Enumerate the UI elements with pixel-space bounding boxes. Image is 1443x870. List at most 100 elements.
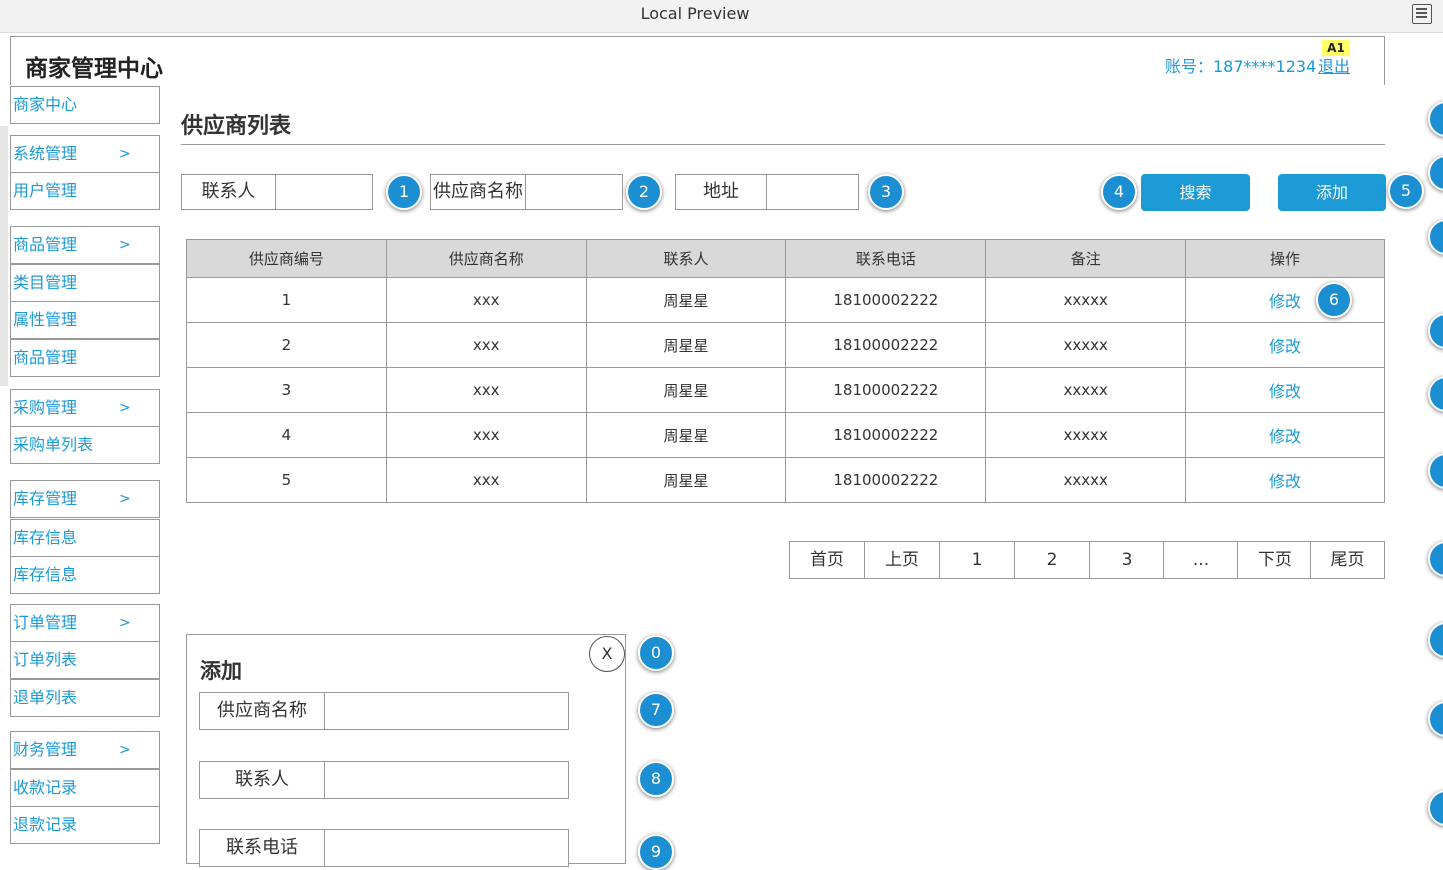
sidebar-item-label: 库存管理 <box>13 489 78 508</box>
chevron-right-icon: > <box>119 400 131 416</box>
edit-link[interactable]: 修改 <box>1269 382 1301 401</box>
chevron-right-icon: > <box>119 237 131 253</box>
chevron-right-icon: > <box>119 615 131 631</box>
address-input[interactable] <box>766 174 859 210</box>
logout-link[interactable]: 退出 <box>1318 53 1350 77</box>
table-cell: xxx <box>385 457 587 503</box>
table-cell: xxx <box>385 412 587 458</box>
sidebar-item-purchase-list[interactable]: 采购单列表 <box>10 426 160 464</box>
table-cell: 18100002222 <box>785 412 987 458</box>
sidebar-item-inventory-info-2[interactable]: 库存信息 <box>10 556 160 594</box>
sidebar-item-label: 商家中心 <box>13 95 78 114</box>
annotation-badge-edge <box>1428 790 1443 826</box>
sidebar-item-finance[interactable]: 财务管理 > <box>10 731 160 769</box>
annotation-badge-edge <box>1428 219 1443 255</box>
sidebar-item-label: 商品管理 <box>13 235 78 254</box>
sidebar-item-label: 财务管理 <box>13 740 78 759</box>
table-cell: 周星星 <box>585 457 787 503</box>
annotation-badge: 9 <box>638 834 674 870</box>
page-last-button[interactable]: 尾页 <box>1310 541 1385 579</box>
table-row: 1 xxx 周星星 18100002222 xxxxx 修改 <box>186 277 1385 323</box>
sidebar-item-label: 系统管理 <box>13 144 78 163</box>
column-header: 操作 <box>1185 239 1385 278</box>
table-cell: xxxxx <box>985 277 1187 323</box>
annotation-badge-edge <box>1428 101 1443 137</box>
sidebar-item-categories[interactable]: 类目管理 <box>10 264 160 302</box>
sidebar-item-label: 库存信息 <box>13 565 78 584</box>
sidebar-item-goods-list[interactable]: 商品管理 <box>10 339 160 377</box>
page-3-button[interactable]: 3 <box>1089 541 1165 579</box>
edit-link[interactable]: 修改 <box>1269 472 1301 491</box>
close-icon[interactable]: X <box>589 636 625 672</box>
sidebar-item-inventory[interactable]: 库存管理 > <box>10 480 160 518</box>
menu-icon[interactable] <box>1412 4 1432 24</box>
annotation-badge: 7 <box>638 692 674 728</box>
sidebar-item-inventory-info[interactable]: 库存信息 <box>10 519 160 557</box>
sidebar-item-refund-orders[interactable]: 退单列表 <box>10 679 160 717</box>
contact-label: 联系人 <box>181 174 276 210</box>
sidebar-item-merchant-center[interactable]: 商家中心 <box>10 86 160 124</box>
dialog-phone-input[interactable] <box>324 829 569 867</box>
sidebar-item-users[interactable]: 用户管理 <box>10 172 160 210</box>
app-header: 商家管理中心 账号：187****1234 A1 退出 <box>10 36 1385 85</box>
annotation-badge-edge <box>1428 622 1443 658</box>
preview-bar: Local Preview <box>0 0 1443 33</box>
table-cell: 5 <box>186 457 387 503</box>
preview-title: Local Preview <box>640 4 750 23</box>
table-header-row: 供应商编号 供应商名称 联系人 联系电话 备注 操作 <box>186 239 1385 278</box>
edit-link[interactable]: 修改 <box>1269 427 1301 446</box>
column-header: 备注 <box>985 239 1187 278</box>
column-header: 供应商名称 <box>385 239 587 278</box>
sidebar-item-orders[interactable]: 订单管理 > <box>10 604 160 642</box>
table-cell: 18100002222 <box>785 322 987 368</box>
annotation-badge: 1 <box>386 174 422 210</box>
supplier-name-input[interactable] <box>525 174 623 210</box>
table-row: 3 xxx 周星星 18100002222 xxxxx 修改 <box>186 367 1385 413</box>
annotation-badge: 8 <box>638 761 674 797</box>
page-next-button[interactable]: 下页 <box>1237 541 1313 579</box>
sidebar-item-label: 收款记录 <box>13 778 78 797</box>
page-first-button[interactable]: 首页 <box>789 541 865 579</box>
sidebar-item-attributes[interactable]: 属性管理 <box>10 301 160 339</box>
dialog-name-label: 供应商名称 <box>199 692 325 730</box>
sidebar-item-label: 类目管理 <box>13 273 78 292</box>
table-cell: xxxxx <box>985 322 1187 368</box>
account-label: 账号：187****1234 <box>1165 57 1317 76</box>
chevron-right-icon: > <box>119 742 131 758</box>
edit-link[interactable]: 修改 <box>1269 292 1301 311</box>
sidebar-item-label: 采购单列表 <box>13 435 94 454</box>
sidebar-item-purchase[interactable]: 采购管理 > <box>10 389 160 427</box>
sidebar-item-label: 退款记录 <box>13 815 78 834</box>
action-cell: 修改 <box>1185 412 1385 458</box>
page-2-button[interactable]: 2 <box>1014 541 1090 579</box>
sidebar-item-order-list[interactable]: 订单列表 <box>10 641 160 679</box>
sidebar-item-system[interactable]: 系统管理 > <box>10 135 160 173</box>
supplier-table: 供应商编号 供应商名称 联系人 联系电话 备注 操作 1 xxx 周星星 181… <box>186 239 1385 503</box>
dialog-title: 添加 <box>200 659 242 683</box>
table-row: 4 xxx 周星星 18100002222 xxxxx 修改 <box>186 412 1385 458</box>
dialog-name-input[interactable] <box>324 692 569 730</box>
sidebar-item-label: 退单列表 <box>13 688 78 707</box>
dialog-contact-input[interactable] <box>324 761 569 799</box>
left-scrollbar[interactable] <box>0 126 8 386</box>
edit-link[interactable]: 修改 <box>1269 337 1301 356</box>
sidebar-item-refunds[interactable]: 退款记录 <box>10 806 160 844</box>
table-cell: 2 <box>186 322 387 368</box>
add-button[interactable]: 添加 <box>1278 174 1386 211</box>
chevron-right-icon: > <box>119 491 131 507</box>
table-cell: 周星星 <box>585 277 787 323</box>
contact-input[interactable] <box>275 174 373 210</box>
table-cell: xxx <box>385 367 587 413</box>
sidebar-item-label: 商品管理 <box>13 348 78 367</box>
table-row: 5 xxx 周星星 18100002222 xxxxx 修改 <box>186 457 1385 503</box>
table-cell: 周星星 <box>585 367 787 413</box>
page-prev-button[interactable]: 上页 <box>864 541 940 579</box>
sidebar-item-label: 订单列表 <box>13 650 78 669</box>
search-button[interactable]: 搜索 <box>1141 174 1250 211</box>
page-1-button[interactable]: 1 <box>939 541 1015 579</box>
table-cell: xxx <box>385 322 587 368</box>
annotation-badge-edge <box>1428 701 1443 737</box>
sidebar-item-goods[interactable]: 商品管理 > <box>10 226 160 264</box>
sidebar-item-receipts[interactable]: 收款记录 <box>10 769 160 807</box>
app-title: 商家管理中心 <box>25 56 163 82</box>
